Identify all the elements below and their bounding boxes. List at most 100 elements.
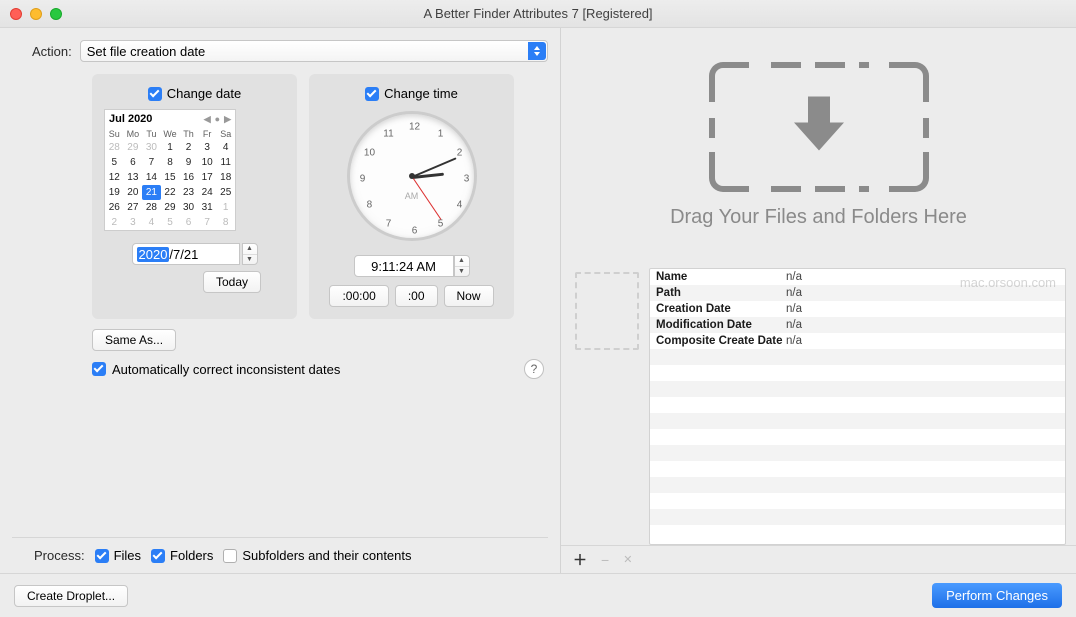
window-title: A Better Finder Attributes 7 [Registered… [0, 6, 1076, 21]
calendar-dow: Th [179, 128, 198, 140]
metadata-row: Modification Daten/a [650, 317, 1065, 333]
calendar-day[interactable]: 3 [198, 140, 217, 155]
remove-file-button[interactable]: − [601, 552, 609, 568]
time-stepper[interactable]: ▲▼ [454, 255, 470, 277]
calendar-day[interactable]: 5 [105, 155, 124, 170]
drop-zone-icon [709, 62, 929, 192]
auto-correct-checkbox[interactable] [92, 362, 106, 376]
date-input-field[interactable]: 2020/ 7/21 [132, 243, 240, 265]
zero-seconds-button[interactable]: :00:00 [329, 285, 388, 307]
clock-number: 7 [381, 219, 397, 230]
calendar-day[interactable]: 17 [198, 170, 217, 185]
calendar-day[interactable]: 20 [124, 185, 143, 200]
calendar-day[interactable]: 29 [124, 140, 143, 155]
today-button[interactable]: Today [203, 271, 261, 293]
calendar-prev-icon[interactable]: ◀ [204, 114, 211, 125]
calendar-day[interactable]: 18 [216, 170, 235, 185]
calendar-day[interactable]: 5 [161, 215, 180, 230]
calendar-day[interactable]: 4 [216, 140, 235, 155]
calendar-day[interactable]: 8 [216, 215, 235, 230]
calendar-day[interactable]: 4 [142, 215, 161, 230]
calendar-day[interactable]: 1 [216, 200, 235, 215]
calendar-day[interactable]: 26 [105, 200, 124, 215]
file-thumbnail-placeholder [575, 272, 639, 350]
calendar-day[interactable]: 16 [179, 170, 198, 185]
clock-number: 1 [433, 128, 449, 139]
calendar-day[interactable]: 11 [216, 155, 235, 170]
action-select[interactable]: Set file creation date [80, 40, 548, 62]
analog-clock[interactable]: AM 121234567891011 [347, 111, 477, 241]
change-time-checkbox[interactable] [365, 87, 379, 101]
auto-correct-label: Automatically correct inconsistent dates [112, 362, 340, 377]
process-subfolders-label: Subfolders and their contents [242, 548, 411, 563]
process-folders-label: Folders [170, 548, 213, 563]
change-date-checkbox[interactable] [148, 87, 162, 101]
clock-number: 11 [381, 128, 397, 139]
calendar-day[interactable]: 1 [161, 140, 180, 155]
metadata-row-empty [650, 349, 1065, 365]
calendar-day[interactable]: 24 [198, 185, 217, 200]
metadata-row: Creation Daten/a [650, 301, 1065, 317]
calendar-today-dot-icon[interactable]: ● [215, 114, 220, 125]
calendar-day[interactable]: 30 [142, 140, 161, 155]
metadata-row-empty [650, 493, 1065, 509]
calendar-day[interactable]: 6 [179, 215, 198, 230]
change-time-panel: Change time AM 121234567891011 9:11:24 A… [309, 74, 514, 319]
drop-zone-text: Drag Your Files and Folders Here [670, 206, 967, 229]
zoom-window-button[interactable] [50, 8, 62, 20]
calendar-day[interactable]: 2 [179, 140, 198, 155]
calendar-next-icon[interactable]: ▶ [224, 114, 231, 125]
zero-minute-button[interactable]: :00 [395, 285, 438, 307]
clock-number: 12 [407, 122, 423, 133]
calendar-day[interactable]: 28 [142, 200, 161, 215]
add-file-button[interactable]: ＋ [573, 550, 587, 570]
process-files-checkbox[interactable] [95, 549, 109, 563]
calendar-day[interactable]: 7 [142, 155, 161, 170]
process-subfolders-checkbox[interactable] [223, 549, 237, 563]
calendar[interactable]: Jul 2020 ◀ ● ▶ SuMoTuWeThFrSa28293012345… [104, 109, 236, 231]
calendar-day[interactable]: 8 [161, 155, 180, 170]
calendar-day[interactable]: 6 [124, 155, 143, 170]
calendar-day[interactable]: 10 [198, 155, 217, 170]
now-button[interactable]: Now [444, 285, 494, 307]
calendar-day[interactable]: 14 [142, 170, 161, 185]
help-button[interactable]: ? [524, 359, 544, 379]
calendar-day[interactable]: 19 [105, 185, 124, 200]
calendar-day[interactable]: 22 [161, 185, 180, 200]
calendar-day[interactable]: 13 [124, 170, 143, 185]
download-arrow-icon [784, 89, 854, 159]
calendar-dow: Tu [142, 128, 161, 140]
perform-changes-button[interactable]: Perform Changes [932, 583, 1062, 608]
close-window-button[interactable] [10, 8, 22, 20]
calendar-day[interactable]: 12 [105, 170, 124, 185]
titlebar: A Better Finder Attributes 7 [Registered… [0, 0, 1076, 28]
calendar-day[interactable]: 15 [161, 170, 180, 185]
calendar-day[interactable]: 29 [161, 200, 180, 215]
drop-zone[interactable]: Drag Your Files and Folders Here [561, 28, 1076, 263]
calendar-day[interactable]: 2 [105, 215, 124, 230]
calendar-day[interactable]: 21 [142, 185, 161, 200]
process-folders-checkbox[interactable] [151, 549, 165, 563]
create-droplet-button[interactable]: Create Droplet... [14, 585, 128, 607]
calendar-day[interactable]: 31 [198, 200, 217, 215]
change-time-label: Change time [384, 86, 458, 101]
calendar-day[interactable]: 9 [179, 155, 198, 170]
calendar-day[interactable]: 23 [179, 185, 198, 200]
same-as-button[interactable]: Same As... [92, 329, 176, 351]
calendar-dow: Sa [216, 128, 235, 140]
calendar-day[interactable]: 27 [124, 200, 143, 215]
calendar-day[interactable]: 30 [179, 200, 198, 215]
metadata-row-empty [650, 477, 1065, 493]
metadata-row: Namen/a [650, 269, 1065, 285]
calendar-day[interactable]: 3 [124, 215, 143, 230]
calendar-dow: Su [105, 128, 124, 140]
clock-number: 6 [407, 226, 423, 237]
calendar-day[interactable]: 25 [216, 185, 235, 200]
clear-files-button[interactable]: ✕ [623, 553, 632, 566]
calendar-day[interactable]: 28 [105, 140, 124, 155]
calendar-day[interactable]: 7 [198, 215, 217, 230]
time-input-field[interactable]: 9:11:24 AM [354, 255, 454, 277]
process-files-label: Files [114, 548, 141, 563]
minimize-window-button[interactable] [30, 8, 42, 20]
date-stepper[interactable]: ▲▼ [242, 243, 258, 265]
